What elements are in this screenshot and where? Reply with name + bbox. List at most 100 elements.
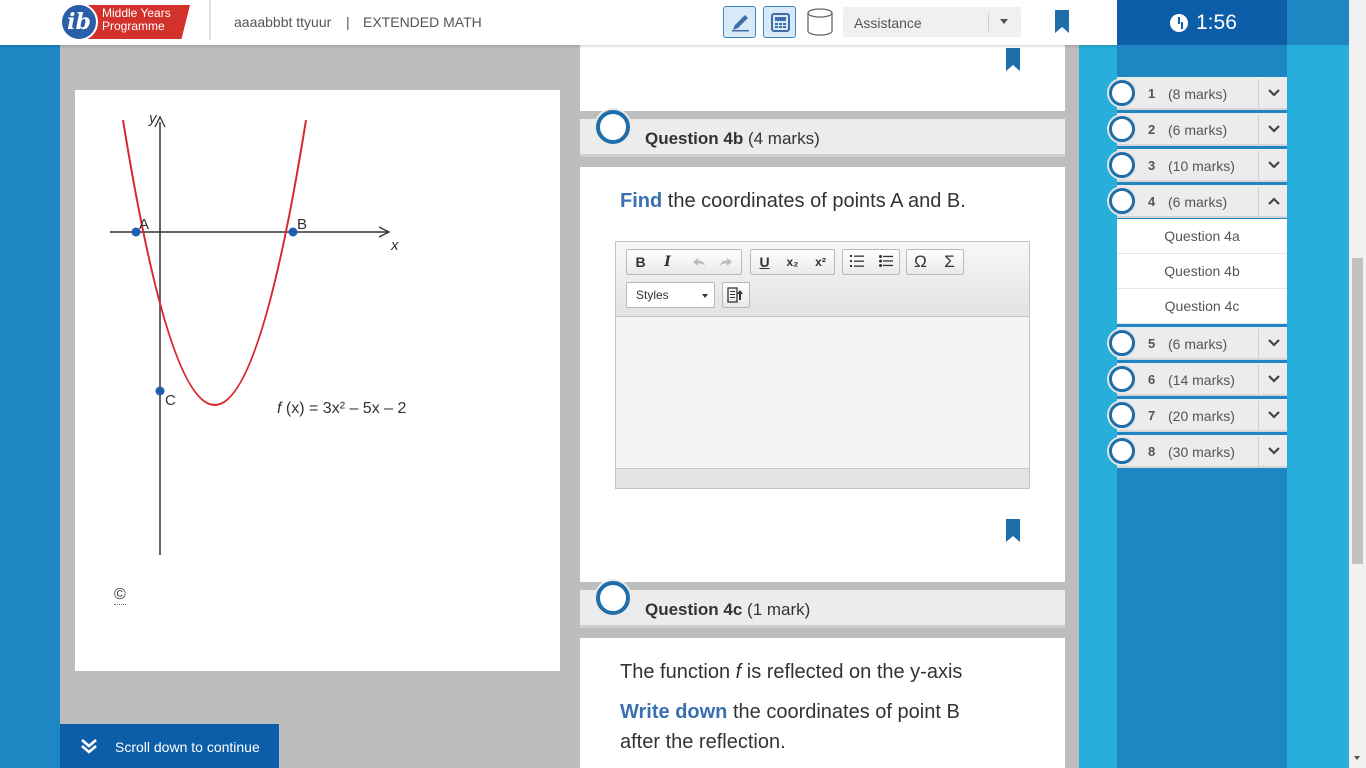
question-4c-title: Question 4c (1 mark) bbox=[645, 600, 810, 620]
nav-marks: (20 marks) bbox=[1168, 408, 1235, 424]
italic-button[interactable]: I bbox=[654, 250, 681, 274]
function-label-expression: (x) = 3x² – 5x – 2 bbox=[281, 400, 406, 417]
ib-logo[interactable]: ib Middle Years Programme bbox=[60, 3, 192, 41]
format-group: B I bbox=[626, 249, 742, 275]
bold-button[interactable]: B bbox=[627, 250, 654, 274]
subscript-button[interactable]: x₂ bbox=[779, 250, 806, 274]
bulleted-list-button[interactable] bbox=[872, 250, 899, 274]
question-4c-text-b: is reflected on the y-axis bbox=[741, 661, 963, 683]
chevron-down-icon bbox=[1268, 411, 1280, 419]
special-character-button[interactable]: Ω bbox=[907, 250, 934, 274]
nav-question-8[interactable]: 8 (30 marks) bbox=[1109, 435, 1287, 468]
bookmark-icon[interactable] bbox=[1006, 519, 1020, 542]
expand-toggle[interactable] bbox=[1258, 115, 1287, 144]
point-a-label: A bbox=[139, 216, 149, 233]
question-status-circle[interactable] bbox=[596, 110, 630, 144]
question-4b-title: Question 4b (4 marks) bbox=[645, 129, 820, 149]
nav-marks: (14 marks) bbox=[1168, 372, 1235, 388]
nav-marks: (6 marks) bbox=[1168, 194, 1228, 210]
nav-marks: (10 marks) bbox=[1168, 158, 1235, 174]
timer-value: 1:56 bbox=[1196, 11, 1237, 34]
point-b-label: B bbox=[297, 216, 307, 233]
nav-marks: (8 marks) bbox=[1168, 86, 1228, 102]
question-4b-header: Question 4b (4 marks) bbox=[580, 110, 1065, 157]
question-4c-name: Question 4c bbox=[645, 600, 743, 619]
dropdown-divider bbox=[988, 13, 989, 31]
bookmark-icon[interactable] bbox=[1006, 48, 1020, 71]
chevron-down-icon bbox=[702, 294, 708, 298]
nav-number: 7 bbox=[1148, 408, 1156, 423]
question-status-circle[interactable] bbox=[596, 581, 630, 615]
underline-button[interactable]: U bbox=[751, 250, 778, 274]
nav-number: 5 bbox=[1148, 336, 1156, 351]
nav-marks: (30 marks) bbox=[1168, 444, 1235, 460]
nav-question-7[interactable]: 7 (20 marks) bbox=[1109, 399, 1287, 432]
nav-question-6[interactable]: 6 (14 marks) bbox=[1109, 363, 1287, 396]
scroll-down-button[interactable]: Scroll down to continue bbox=[60, 724, 279, 768]
nav-question-4[interactable]: 4 (6 marks) bbox=[1109, 185, 1287, 218]
nav-question-4a[interactable]: Question 4a bbox=[1117, 219, 1287, 254]
expand-toggle[interactable] bbox=[1258, 437, 1287, 466]
question-status-circle bbox=[1109, 330, 1135, 356]
assistance-dropdown[interactable]: Assistance bbox=[843, 7, 1021, 37]
nav-question-3[interactable]: 3 (10 marks) bbox=[1109, 149, 1287, 182]
nav-number: 2 bbox=[1148, 122, 1156, 137]
question-4c-marks: (1 mark) bbox=[747, 600, 811, 619]
scrollbar-thumb[interactable] bbox=[1352, 258, 1363, 564]
math-equation-button[interactable]: Σ bbox=[936, 250, 963, 274]
question-4c-header: Question 4c (1 mark) bbox=[580, 581, 1065, 628]
previous-question-panel bbox=[580, 45, 1065, 111]
expand-toggle[interactable] bbox=[1258, 329, 1287, 358]
highlighter-tool-button[interactable] bbox=[723, 6, 756, 38]
source-button[interactable] bbox=[722, 282, 750, 308]
expand-toggle[interactable] bbox=[1258, 365, 1287, 394]
redo-button[interactable] bbox=[712, 250, 739, 274]
superscript-button[interactable]: x² bbox=[807, 250, 834, 274]
nav-number: 4 bbox=[1148, 194, 1156, 209]
geometry-tool-button[interactable] bbox=[805, 6, 835, 38]
editor-resize-bar[interactable] bbox=[616, 468, 1029, 488]
chevron-down-icon bbox=[1268, 125, 1280, 133]
calculator-tool-button[interactable] bbox=[763, 6, 796, 38]
redo-icon bbox=[719, 258, 732, 266]
question-status-circle bbox=[1109, 366, 1135, 392]
logo-line-2: Programme bbox=[102, 19, 165, 33]
source-icon bbox=[727, 287, 743, 303]
undo-button[interactable] bbox=[685, 250, 712, 274]
symbol-group: Ω Σ bbox=[906, 249, 964, 275]
question-status-circle bbox=[1109, 402, 1135, 428]
question-status-circle bbox=[1109, 438, 1135, 464]
collapse-toggle[interactable] bbox=[1258, 187, 1287, 216]
expand-toggle[interactable] bbox=[1258, 79, 1287, 108]
nav-question-4c[interactable]: Question 4c bbox=[1117, 289, 1287, 324]
clock-icon bbox=[1170, 14, 1188, 32]
nav-number: 6 bbox=[1148, 372, 1156, 387]
nav-question-2[interactable]: 2 (6 marks) bbox=[1109, 113, 1287, 146]
calculator-icon bbox=[771, 13, 790, 32]
nav-question-5[interactable]: 5 (6 marks) bbox=[1109, 327, 1287, 360]
question-4b-prompt: Find the coordinates of points A and B. bbox=[620, 186, 966, 216]
question-status-circle bbox=[1109, 152, 1135, 178]
point-c-label: C bbox=[165, 392, 176, 409]
page-scrollbar[interactable] bbox=[1349, 0, 1366, 768]
command-term: Write down bbox=[620, 701, 728, 723]
expand-toggle[interactable] bbox=[1258, 151, 1287, 180]
copyright-link[interactable]: © bbox=[114, 586, 126, 605]
question-4b-text: the coordinates of points A and B. bbox=[662, 190, 966, 212]
question-4c-panel: The function f is reflected on the y-axi… bbox=[580, 638, 1065, 768]
timer: 1:56 bbox=[1117, 0, 1287, 45]
styles-dropdown[interactable]: Styles bbox=[626, 282, 715, 308]
nav-question-4b[interactable]: Question 4b bbox=[1117, 254, 1287, 289]
scroll-arrow-down-icon[interactable] bbox=[1354, 756, 1360, 760]
nav-number: 8 bbox=[1148, 444, 1156, 459]
nav-marks: (6 marks) bbox=[1168, 122, 1228, 138]
nav-marks: (6 marks) bbox=[1168, 336, 1228, 352]
numbered-list-button[interactable] bbox=[843, 250, 870, 274]
answer-editor: B I U x₂ x² Ω Σ Styles bbox=[615, 241, 1030, 489]
point-c bbox=[155, 386, 165, 396]
expand-toggle[interactable] bbox=[1258, 401, 1287, 430]
answer-text-area[interactable] bbox=[616, 318, 1029, 468]
nav-question-1[interactable]: 1 (8 marks) bbox=[1109, 77, 1287, 110]
bookmark-icon[interactable] bbox=[1055, 10, 1069, 33]
cylinder-icon bbox=[807, 8, 833, 36]
